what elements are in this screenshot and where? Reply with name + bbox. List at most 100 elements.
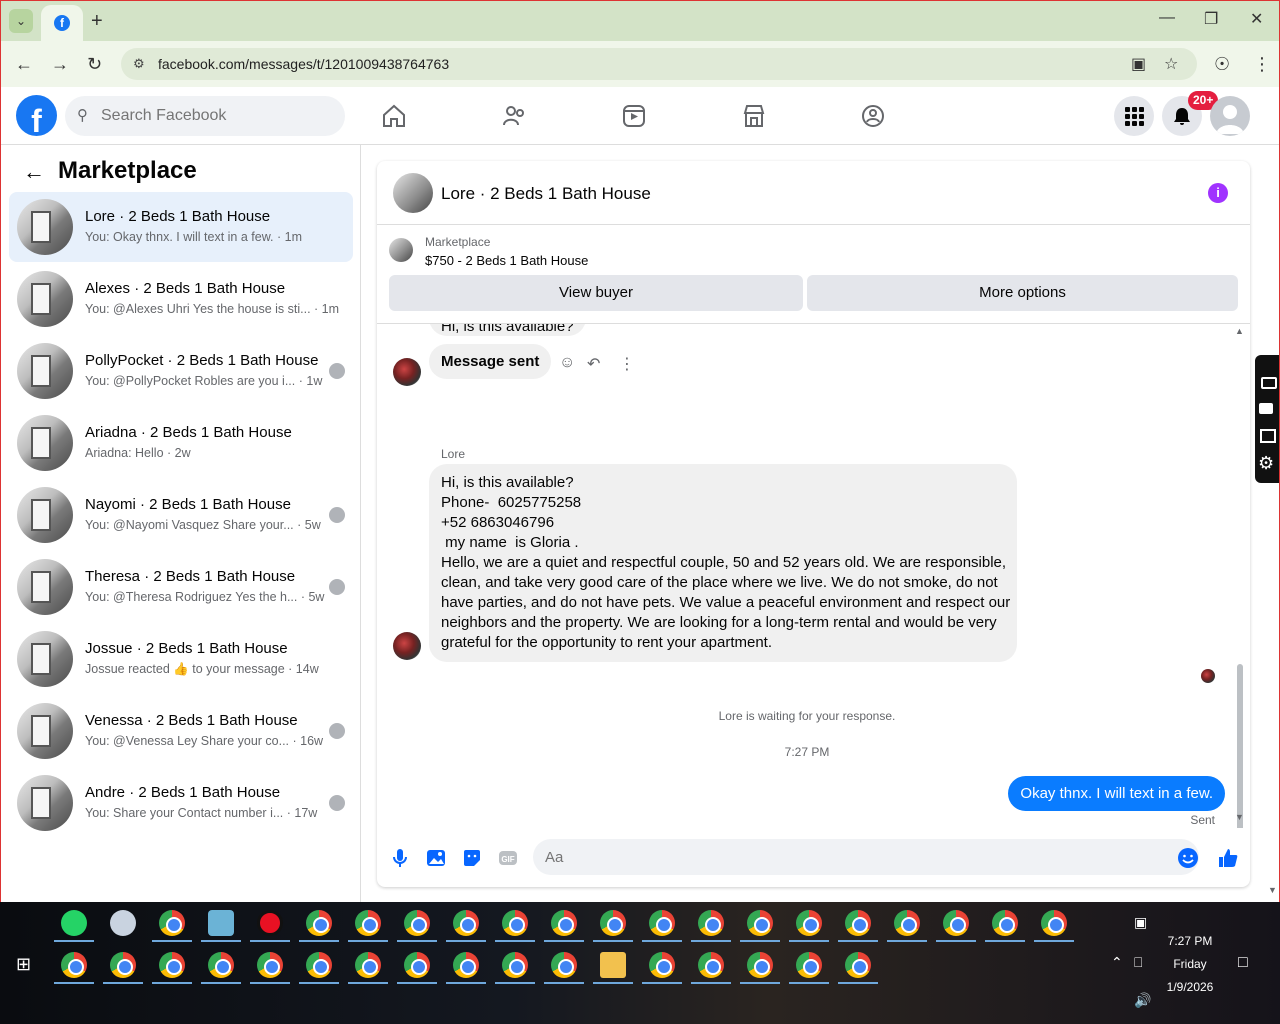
chrome-window-icon[interactable]: [747, 952, 773, 978]
emoji-icon[interactable]: [1177, 847, 1199, 869]
browser-menu-icon[interactable]: ⋮: [1253, 54, 1271, 75]
record-icon[interactable]: [257, 910, 283, 936]
reply-icon[interactable]: ↶: [587, 354, 600, 374]
chrome-window-icon[interactable]: [404, 910, 430, 936]
scroll-up-arrow[interactable]: ▲: [1235, 326, 1244, 336]
notepad-icon[interactable]: [208, 910, 234, 936]
page-scroll-down-arrow[interactable]: ▼: [1268, 885, 1277, 895]
facebook-search[interactable]: ⚲: [65, 96, 345, 136]
browser-tab[interactable]: f: [41, 5, 83, 41]
scroll-down-arrow[interactable]: ▼: [1235, 812, 1244, 822]
chrome-window-icon[interactable]: [796, 910, 822, 936]
show-hidden-icons-icon[interactable]: ⌃: [1111, 954, 1123, 971]
chrome-window-icon[interactable]: [747, 910, 773, 936]
conversation-item[interactable]: Andre · 2 Beds 1 Bath House You: Share yo…: [9, 768, 353, 838]
chrome-icon[interactable]: [159, 910, 185, 936]
conversation-item[interactable]: PollyPocket · 2 Beds 1 Bath House You: @P…: [9, 336, 353, 406]
menu-grid-button[interactable]: [1114, 96, 1154, 136]
network-icon[interactable]: ⎕: [1134, 954, 1142, 971]
profile-icon[interactable]: ☉: [1214, 54, 1230, 75]
scrollbar-thumb[interactable]: [1237, 664, 1243, 828]
chrome-window-icon[interactable]: [306, 952, 332, 978]
message-input[interactable]: [533, 839, 1199, 875]
home-icon[interactable]: [381, 103, 407, 129]
file-explorer-icon[interactable]: [600, 952, 626, 978]
chrome-window-icon[interactable]: [61, 952, 87, 978]
taskbar-clock[interactable]: 7:27 PM Friday 1/9/2026: [1160, 930, 1220, 999]
chrome-window-icon[interactable]: [453, 910, 479, 936]
chrome-window-icon[interactable]: [502, 910, 528, 936]
bookmark-star-icon[interactable]: ☆: [1164, 54, 1178, 74]
conversation-item[interactable]: Alexes · 2 Beds 1 Bath House You: @Alexes…: [9, 264, 353, 334]
forward-button[interactable]: →: [51, 54, 69, 75]
new-tab-button[interactable]: +: [91, 10, 103, 33]
tab-search-button[interactable]: ⌄: [9, 9, 33, 33]
chrome-window-icon[interactable]: [404, 952, 430, 978]
conversation-item[interactable]: Jossue · 2 Beds 1 Bath House Jossue react…: [9, 624, 353, 694]
minimize-button[interactable]: —: [1159, 9, 1175, 27]
conversation-item[interactable]: Ariadna · 2 Beds 1 Bath House Ariadna: He…: [9, 408, 353, 478]
conversation-item[interactable]: Theresa · 2 Beds 1 Bath House You: @There…: [9, 552, 353, 622]
chrome-window-icon[interactable]: [453, 952, 479, 978]
start-windows-icon[interactable]: ⊞: [16, 954, 31, 975]
conversation-item[interactable]: Nayomi · 2 Beds 1 Bath House You: @Nayomi…: [9, 480, 353, 550]
notification-center-icon[interactable]: □: [1238, 954, 1248, 972]
chrome-window-icon[interactable]: [110, 952, 136, 978]
back-button[interactable]: ←: [15, 54, 33, 75]
groups-icon[interactable]: [860, 103, 886, 129]
conversation-item[interactable]: Lore · 2 Beds 1 Bath House You: Okay thnx…: [9, 192, 353, 262]
chrome-window-icon[interactable]: [355, 952, 381, 978]
chat-title[interactable]: Lore · 2 Beds 1 Bath House: [441, 184, 651, 204]
settings-gear-icon[interactable]: ⚙: [1258, 453, 1274, 474]
video-record-icon[interactable]: [1259, 403, 1273, 414]
close-window-button[interactable]: ✕: [1250, 9, 1263, 29]
volume-icon[interactable]: 🔊: [1134, 992, 1151, 1009]
reload-button[interactable]: ↻: [87, 54, 102, 75]
meet-now-icon[interactable]: ▣: [1134, 914, 1147, 931]
omnibox[interactable]: ⚙ facebook.com/messages/t/12010094387647…: [121, 48, 1197, 80]
camera-icon[interactable]: [1261, 377, 1277, 389]
url-text[interactable]: facebook.com/messages/t/1201009438764763: [158, 56, 449, 72]
more-options-button[interactable]: More options: [807, 275, 1238, 311]
windows-icon[interactable]: [1260, 429, 1276, 443]
chrome-window-icon[interactable]: [355, 910, 381, 936]
snipping-tool-icon[interactable]: [110, 910, 136, 936]
microphone-icon[interactable]: [389, 847, 411, 869]
chrome-window-icon[interactable]: [600, 910, 626, 936]
info-icon[interactable]: i: [1208, 183, 1228, 203]
thumbs-up-icon[interactable]: [1217, 847, 1239, 869]
chrome-window-icon[interactable]: [649, 910, 675, 936]
photo-icon[interactable]: [425, 847, 447, 869]
chrome-window-icon[interactable]: [698, 910, 724, 936]
chrome-window-icon[interactable]: [551, 910, 577, 936]
chrome-window-icon[interactable]: [502, 952, 528, 978]
more-actions-icon[interactable]: ⋮: [619, 354, 635, 374]
listing-thumbnail[interactable]: [393, 173, 433, 213]
chrome-window-icon[interactable]: [257, 952, 283, 978]
gif-icon[interactable]: GIF: [497, 847, 519, 869]
site-settings-icon[interactable]: ⚙: [133, 56, 145, 72]
chrome-window-icon[interactable]: [159, 952, 185, 978]
sender-avatar[interactable]: [393, 632, 421, 660]
listing-price-title[interactable]: $750 - 2 Beds 1 Bath House: [425, 253, 588, 268]
chrome-window-icon[interactable]: [698, 952, 724, 978]
install-app-icon[interactable]: ▣: [1131, 54, 1146, 74]
chrome-window-icon[interactable]: [845, 910, 871, 936]
chrome-window-icon[interactable]: [992, 910, 1018, 936]
conversation-item[interactable]: Venessa · 2 Beds 1 Bath House You: @Venes…: [9, 696, 353, 766]
friends-icon[interactable]: [501, 103, 527, 129]
facebook-logo[interactable]: f: [16, 95, 57, 136]
restore-button[interactable]: ❐: [1204, 9, 1218, 29]
sticker-icon[interactable]: [461, 847, 483, 869]
marketplace-icon[interactable]: [741, 103, 767, 129]
chrome-window-icon[interactable]: [943, 910, 969, 936]
chrome-window-icon[interactable]: [894, 910, 920, 936]
whatsapp-icon[interactable]: [61, 910, 87, 936]
chrome-window-icon[interactable]: [796, 952, 822, 978]
react-icon[interactable]: ☺: [559, 354, 575, 372]
sender-avatar[interactable]: [393, 358, 421, 386]
chrome-window-icon[interactable]: [845, 952, 871, 978]
chrome-window-icon[interactable]: [551, 952, 577, 978]
video-icon[interactable]: [621, 103, 647, 129]
back-arrow-icon[interactable]: ←: [23, 159, 45, 185]
